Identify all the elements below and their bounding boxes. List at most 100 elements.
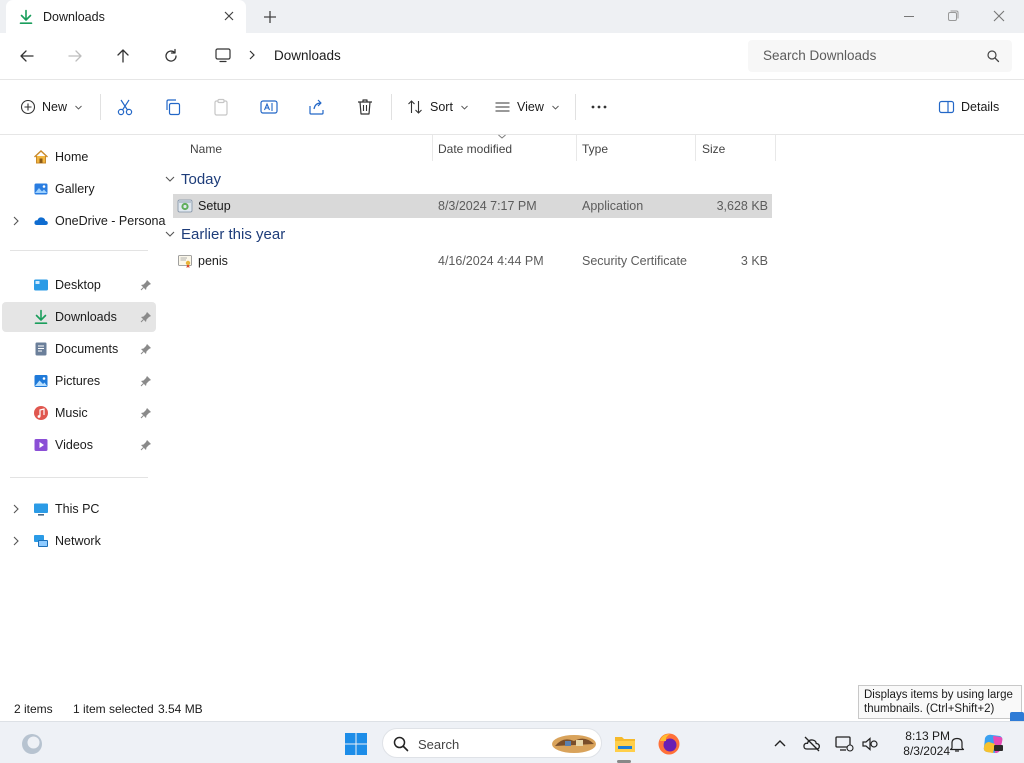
widgets-icon[interactable] [20, 732, 44, 756]
file-type: Application [582, 199, 644, 213]
pin-icon[interactable] [140, 407, 152, 419]
forward-arrow-icon[interactable] [66, 47, 84, 65]
notification-bell-icon[interactable] [948, 735, 966, 753]
sidebar-item-label: OneDrive - Persona [55, 214, 166, 228]
address-row: Downloads Search Downloads [0, 33, 1024, 80]
chevron-right-icon[interactable] [12, 216, 20, 226]
firefox-icon[interactable] [657, 732, 681, 756]
details-pane-icon [938, 100, 955, 114]
back-arrow-icon[interactable] [18, 47, 36, 65]
close-window-icon[interactable] [991, 8, 1007, 24]
sidebar-item-gallery[interactable]: Gallery [2, 174, 156, 204]
sort-indicator-icon [498, 134, 506, 139]
column-header-name[interactable]: Name [184, 135, 432, 161]
group-header-today[interactable]: Today [164, 168, 221, 190]
up-arrow-icon[interactable] [114, 47, 132, 65]
tooltip-line: Displays items by using large [864, 689, 1013, 701]
sort-button[interactable]: Sort [407, 97, 468, 117]
details-pane-button[interactable]: Details [938, 97, 999, 117]
this-pc-icon[interactable] [214, 46, 232, 64]
sidebar-divider [10, 477, 148, 478]
close-tab-icon[interactable] [222, 9, 236, 23]
sidebar-item-downloads[interactable]: Downloads [2, 302, 156, 332]
file-explorer-icon[interactable] [613, 732, 637, 756]
selection-size: 3.54 MB [158, 702, 203, 716]
command-divider [575, 94, 576, 120]
chevron-right-icon[interactable] [12, 536, 20, 546]
sidebar-item-home[interactable]: Home [2, 142, 156, 172]
sidebar-item-videos[interactable]: Videos [2, 430, 156, 460]
command-bar: New Sort View Details [0, 80, 1024, 135]
new-button[interactable]: New [20, 97, 82, 117]
sidebar-item-desktop[interactable]: Desktop [2, 270, 156, 300]
clock-date: 8/3/2024 [903, 744, 950, 758]
column-header-type[interactable]: Type [576, 135, 696, 161]
pin-icon[interactable] [140, 375, 152, 387]
sidebar-item-label: Downloads [55, 310, 117, 324]
pin-icon[interactable] [140, 279, 152, 291]
pin-icon[interactable] [140, 343, 152, 355]
group-header-earlier-this-year[interactable]: Earlier this year [164, 223, 285, 245]
sidebar-item-documents[interactable]: Documents [2, 334, 156, 364]
breadcrumb[interactable]: Downloads [274, 48, 341, 63]
chevron-down-icon [552, 105, 559, 110]
delete-icon[interactable] [355, 97, 375, 117]
sidebar-item-pictures[interactable]: Pictures [2, 366, 156, 396]
column-divider[interactable] [775, 135, 776, 161]
copilot-icon[interactable] [981, 732, 1005, 756]
more-options-icon[interactable] [589, 97, 609, 117]
view-tooltip: Displays items by using large thumbnails… [858, 685, 1022, 719]
chevron-right-icon[interactable] [12, 504, 20, 514]
sidebar-item-this-pc[interactable]: This PC [2, 494, 156, 524]
network-status-icon[interactable] [834, 734, 854, 754]
sidebar-item-music[interactable]: Music [2, 398, 156, 428]
maximize-icon[interactable] [945, 8, 961, 24]
view-button[interactable]: View [494, 97, 559, 117]
search-input[interactable]: Search Downloads [748, 40, 1012, 72]
sidebar-item-label: Videos [55, 438, 93, 452]
search-icon [393, 736, 409, 752]
minimize-icon[interactable] [901, 8, 917, 24]
column-header-label: Type [582, 142, 609, 156]
file-size: 3 KB [740, 254, 768, 268]
share-icon[interactable] [307, 97, 327, 117]
command-divider [391, 94, 392, 120]
setup-app-icon [177, 199, 193, 213]
column-header-label: Date modified [438, 142, 513, 156]
sidebar-item-label: Network [55, 534, 101, 548]
clock-time: 8:13 PM [905, 729, 950, 743]
sidebar-item-network[interactable]: Network [2, 526, 156, 556]
taskbar-search-box[interactable]: Search [382, 728, 602, 758]
chevron-down-icon[interactable] [164, 173, 176, 185]
column-header-date-modified[interactable]: Date modified [432, 134, 576, 161]
breadcrumb-chevron-icon[interactable] [247, 49, 257, 61]
new-label: New [42, 100, 68, 114]
chevron-down-icon[interactable] [164, 228, 176, 240]
tooltip-line: thumbnails. (Ctrl+Shift+2) [864, 703, 995, 715]
chevron-down-icon [75, 105, 82, 110]
view-list-icon [495, 102, 510, 112]
navigation-pane: Home Gallery OneDrive - Persona Desktop [0, 135, 165, 695]
pin-icon[interactable] [140, 311, 152, 323]
file-row-penis[interactable]: penis 4/16/2024 4:44 PM Security Certifi… [173, 249, 772, 273]
cut-icon[interactable] [115, 97, 135, 117]
column-header-size[interactable]: Size [696, 135, 776, 161]
copy-icon[interactable] [163, 97, 183, 117]
pin-icon[interactable] [140, 439, 152, 451]
file-list: Name Date modified Type Size Today Setup… [160, 134, 1024, 695]
onedrive-offline-icon[interactable] [802, 734, 822, 754]
sidebar-item-onedrive[interactable]: OneDrive - Persona [2, 206, 165, 236]
pictures-icon [34, 375, 48, 387]
file-row-setup[interactable]: Setup 8/3/2024 7:17 PM Application 3,628… [173, 194, 772, 218]
sound-muted-icon[interactable] [861, 735, 879, 753]
start-windows-icon[interactable] [344, 732, 368, 756]
tab-downloads[interactable]: Downloads [6, 0, 246, 33]
videos-icon [34, 439, 48, 451]
system-clock[interactable]: 8:13 PM 8/3/2024 [886, 729, 950, 759]
file-size: 3,628 KB [716, 199, 768, 213]
rename-icon[interactable] [259, 97, 279, 117]
paste-icon[interactable] [211, 97, 231, 117]
chevron-up-icon[interactable] [770, 734, 790, 754]
new-tab-icon[interactable] [262, 9, 278, 25]
refresh-icon[interactable] [162, 47, 180, 65]
